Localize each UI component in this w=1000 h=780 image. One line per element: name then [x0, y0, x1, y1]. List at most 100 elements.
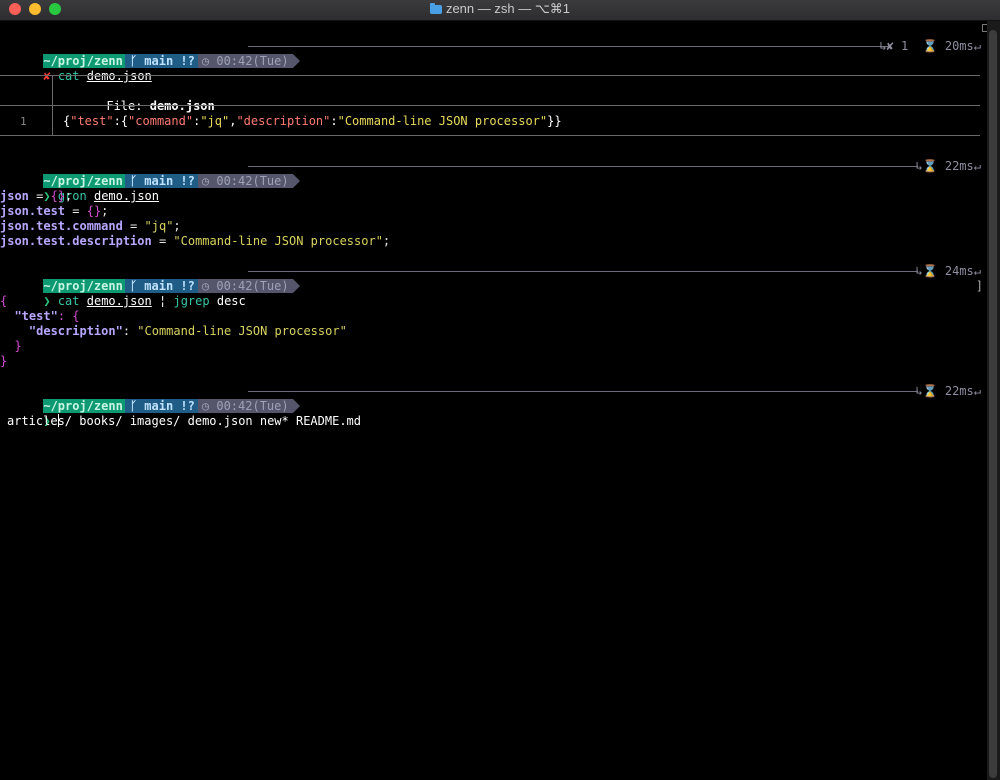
prompt-time-segment: ◷ 00:42(Tue) [197, 174, 293, 188]
return-icon: ↵ [973, 384, 981, 398]
json-punct: : { [57, 309, 80, 323]
prompt-line: ~/proj/zenn ᚴ main !? ◷ 00:42(Tue) ↳⌛ 22ms… [0, 384, 985, 413]
title-bar: zenn — zsh — ⌥⌘1 [0, 0, 1000, 21]
duration: 22ms [944, 384, 974, 398]
prompt-git-segment: ᚴ main !? [124, 399, 198, 413]
command-argument: demo.json [93, 189, 159, 203]
json-value: "jq" [200, 114, 230, 128]
window-title-text: zenn — zsh — ⌥⌘1 [445, 1, 571, 16]
gron-end: ; [101, 204, 109, 218]
bat-file-name: demo.json [149, 99, 215, 113]
scroll-marker: ] [975, 279, 983, 293]
json-brace: }} [547, 114, 562, 128]
pipe-symbol: ¦ [159, 294, 167, 308]
json-brace: } [0, 354, 8, 368]
gron-end: ; [382, 234, 391, 248]
gron-eq: = [122, 219, 145, 233]
gron-eq: = [65, 204, 87, 218]
return-icon: ↵ [973, 159, 981, 173]
prompt-time: 00:42(Tue) [216, 399, 289, 413]
hourglass-icon: ⌛ [922, 384, 938, 398]
gron-value: {} [86, 204, 102, 218]
hourglass-icon: ⌛ [922, 39, 938, 53]
prompt-right-info: ↳⌛ 22ms↵ [915, 384, 981, 399]
return-arrow: ↳ [915, 384, 923, 398]
gron-path: json [0, 189, 29, 203]
clock-icon: ◷ [201, 399, 210, 413]
gron-output-line: json.test.command = "jq"; [0, 219, 181, 234]
return-icon: ↵ [973, 264, 981, 278]
hourglass-icon: ⌛ [922, 159, 938, 173]
git-status: !? [180, 399, 195, 413]
json-key: "command" [128, 114, 194, 128]
prompt-line: ~/proj/zenn ᚴ main !? ◷ 00:42(Tue) ↳✘ 1 ⌛ … [0, 39, 985, 68]
bat-mid-rule [0, 105, 980, 106]
command-line: ❯ cat demo.json ¦ jgrep desc ] [0, 279, 985, 308]
command-argument: desc [216, 294, 246, 308]
json-brace: } [14, 339, 22, 353]
prompt-rule [248, 391, 918, 392]
bat-content-line: {"test":{"command":"jq","description":"C… [63, 114, 562, 129]
gron-end: ; [173, 219, 181, 233]
bat-top-rule [0, 75, 980, 76]
json-punct: : [122, 324, 138, 338]
prompt-right-info: ↳✘ 1 ⌛ 20ms↵ [879, 39, 981, 54]
bat-file-label: File: [106, 99, 143, 113]
command-line: ❯ gron demo.json [0, 174, 159, 203]
hourglass-icon: ⌛ [922, 264, 938, 278]
clock-icon: ◷ [201, 174, 210, 188]
gron-output-line: json = {}; [0, 189, 72, 204]
terminal-content[interactable]: ~/proj/zenn ᚴ main !? ◷ 00:42(Tue) ↳✘ 1 ⌛ … [0, 21, 985, 780]
prompt-rule [248, 166, 918, 167]
completion-items: articles/ books/ images/ demo.json new* … [7, 414, 362, 428]
prompt-time: 00:42(Tue) [216, 174, 289, 188]
gron-eq: = [28, 189, 51, 203]
return-arrow: ↳ [915, 159, 923, 173]
prompt-rule [248, 46, 890, 47]
exit-code: ↳✘ 1 [879, 39, 909, 53]
bat-header: File: demo.json [63, 84, 214, 113]
json-value: "Command-line JSON processor" [337, 114, 548, 128]
json-punct: :{ [113, 114, 129, 128]
prompt-time-segment: ◷ 00:42(Tue) [197, 54, 293, 68]
prompt-line: ~/proj/zenn ᚴ main !? ◷ 00:42(Tue) ↳⌛ 22ms… [0, 159, 985, 188]
folder-icon [429, 3, 442, 14]
json-output-line: "description": "Command-line JSON proces… [0, 324, 347, 339]
command-name: cat [57, 69, 80, 83]
return-icon: ↵ [973, 39, 981, 53]
json-key: "description" [28, 324, 123, 338]
json-value: "Command-line JSON processor" [137, 324, 347, 338]
git-branch: main [144, 399, 174, 413]
prompt-time-segment: ◷ 00:42(Tue) [197, 399, 293, 413]
prompt-line: ~/proj/zenn ᚴ main !? ◷ 00:42(Tue) ↳⌛ 24ms… [0, 264, 985, 293]
terminal-window: zenn — zsh — ⌥⌘1 ~/proj/zenn ᚴ main !? ◷ 0… [0, 0, 1000, 780]
json-output-line: } [0, 339, 22, 354]
bat-bottom-rule [0, 135, 980, 136]
command-line[interactable]: ❯ [0, 399, 59, 428]
success-status-icon: ❯ [43, 294, 51, 308]
bat-line-number: 1 [20, 115, 27, 128]
gron-value: "jq" [144, 219, 174, 233]
gron-value: {} [50, 189, 66, 203]
json-output-line: "test": { [0, 309, 80, 324]
bat-gutter-rule [52, 76, 53, 136]
duration: 20ms [944, 39, 974, 53]
git-status: !? [180, 174, 195, 188]
gron-value: "Command-line JSON processor" [173, 234, 383, 248]
duration: 24ms [944, 264, 974, 278]
gron-path: json.test [0, 204, 66, 218]
completion-list: articles/ books/ images/ demo.json new* … [7, 414, 361, 429]
prompt-rule [248, 271, 918, 272]
window-title: zenn — zsh — ⌥⌘1 [0, 1, 1000, 17]
return-arrow: ↳ [915, 264, 923, 278]
prompt-right-info: ↳⌛ 24ms↵ [915, 264, 981, 279]
clock-icon: ◷ [201, 54, 210, 68]
json-brace: { [0, 294, 8, 308]
gron-eq: = [151, 234, 174, 248]
gron-path: json.test.command [0, 219, 123, 233]
git-status: !? [180, 54, 195, 68]
scrollbar-thumb[interactable] [989, 30, 997, 778]
json-punct: : [330, 114, 338, 128]
error-status-icon: ✘ [43, 69, 51, 83]
command-argument: demo.json [86, 69, 152, 83]
